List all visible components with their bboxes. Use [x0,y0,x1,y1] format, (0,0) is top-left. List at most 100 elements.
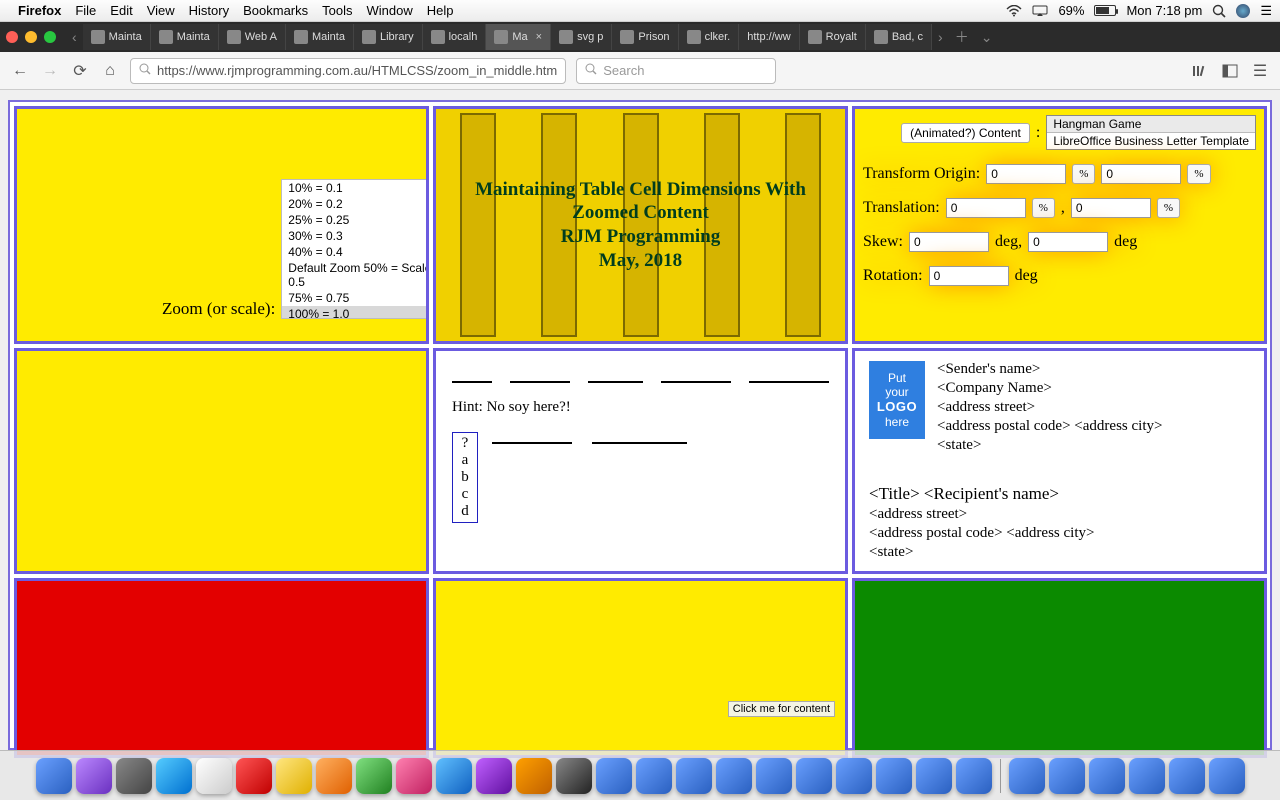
content-option[interactable]: Hangman Game [1047,116,1255,133]
tabstrip-forward[interactable]: › [938,29,943,45]
zoom-option[interactable]: 75% = 0.75 [282,290,429,306]
tab-12[interactable]: Bad, c [866,24,932,50]
skew-x-input[interactable] [909,232,989,252]
dock-app-icon[interactable] [796,758,832,794]
letter-option[interactable]: d [461,503,469,520]
dock-app-icon[interactable] [1169,758,1205,794]
airplay-icon[interactable] [1032,5,1048,17]
tab-10[interactable]: http://ww [739,24,799,50]
url-bar[interactable]: https://www.rjmprogramming.com.au/HTMLCS… [130,58,566,84]
zoom-option[interactable]: 40% = 0.4 [282,244,429,260]
dock-app-icon[interactable] [516,758,552,794]
window-controls[interactable] [6,31,56,43]
tab-7[interactable]: svg p [551,24,612,50]
reload-button[interactable]: ⟳ [70,61,90,81]
animated-content-button[interactable]: (Animated?) Content [901,123,1030,143]
dock-app-icon[interactable] [436,758,472,794]
menu-view[interactable]: View [147,3,175,18]
zoom-window-icon[interactable] [44,31,56,43]
home-button[interactable]: ⌂ [100,61,120,81]
close-window-icon[interactable] [6,31,18,43]
unit-percent[interactable]: % [1157,198,1180,218]
app-name[interactable]: Firefox [18,3,61,18]
notifications-icon[interactable]: ☰ [1260,3,1272,19]
translation-x-input[interactable] [946,198,1026,218]
zoom-select[interactable]: 10% = 0.1 20% = 0.2 25% = 0.25 30% = 0.3… [281,179,429,319]
zoom-option[interactable]: 10% = 0.1 [282,180,429,196]
transform-y-input[interactable] [1101,164,1181,184]
tab-0[interactable]: Mainta [83,24,151,50]
dock-app-icon[interactable] [276,758,312,794]
dock-app-icon[interactable] [636,758,672,794]
forward-button[interactable]: → [40,61,60,81]
dock-app-icon[interactable] [876,758,912,794]
zoom-option[interactable]: 20% = 0.2 [282,196,429,212]
wifi-icon[interactable] [1006,5,1022,17]
unit-percent[interactable]: % [1187,164,1210,184]
transform-x-input[interactable] [986,164,1066,184]
minimize-window-icon[interactable] [25,31,37,43]
dock-app-icon[interactable] [1049,758,1085,794]
dock-app-icon[interactable] [236,758,272,794]
dock-app-icon[interactable] [76,758,112,794]
menu-edit[interactable]: Edit [110,3,132,18]
menu-bookmarks[interactable]: Bookmarks [243,3,308,18]
tab-4[interactable]: Library [354,24,423,50]
back-button[interactable]: ← [10,61,30,81]
dock-app-icon[interactable] [756,758,792,794]
dock-app-icon[interactable] [836,758,872,794]
content-option[interactable]: LibreOffice Business Letter Template [1047,133,1255,149]
letter-option[interactable]: ? [462,435,469,452]
letter-option[interactable]: a [462,452,469,469]
dock-app-icon[interactable] [956,758,992,794]
translation-y-input[interactable] [1071,198,1151,218]
dock-app-icon[interactable] [1089,758,1125,794]
search-bar[interactable]: Search [576,58,776,84]
new-tab-icon[interactable]: ＋ [955,27,969,47]
content-select[interactable]: Hangman Game LibreOffice Business Letter… [1046,115,1256,150]
dock-app-icon[interactable] [916,758,952,794]
menu-tools[interactable]: Tools [322,3,352,18]
tabstrip-back[interactable]: ‹ [72,29,77,45]
dock-app-icon[interactable] [356,758,392,794]
library-icon[interactable] [1190,61,1210,81]
dock-app-icon[interactable] [1129,758,1165,794]
dock-app-icon[interactable] [556,758,592,794]
click-me-button[interactable]: Click me for content [728,701,835,717]
dock-app-icon[interactable] [1209,758,1245,794]
skew-y-input[interactable] [1028,232,1108,252]
dock-app-icon[interactable] [716,758,752,794]
zoom-option-selected[interactable]: 100% = 1.0 [282,306,429,319]
tab-3[interactable]: Mainta [286,24,354,50]
dock-app-icon[interactable] [116,758,152,794]
tab-9[interactable]: clker. [679,24,740,50]
menu-window[interactable]: Window [367,3,413,18]
zoom-option[interactable]: Default Zoom 50% = Scale 0.5 [282,260,429,290]
sidebar-icon[interactable] [1220,61,1240,81]
dock-app-icon[interactable] [196,758,232,794]
dock-app-icon[interactable] [316,758,352,794]
menu-file[interactable]: File [75,3,96,18]
dock-app-icon[interactable] [1009,758,1045,794]
tab-dropdown-icon[interactable]: ⌄ [981,29,993,46]
dock-app-icon[interactable] [676,758,712,794]
tab-1[interactable]: Mainta [151,24,219,50]
spotlight-icon[interactable] [1212,4,1226,18]
menubar-clock[interactable]: Mon 7:18 pm [1126,3,1202,18]
menu-help[interactable]: Help [427,3,454,18]
hangman-letter-select[interactable]: ? a b c d [452,432,478,523]
unit-percent[interactable]: % [1032,198,1055,218]
tab-5[interactable]: localh [423,24,487,50]
menu-history[interactable]: History [189,3,229,18]
zoom-option[interactable]: 30% = 0.3 [282,228,429,244]
rotation-input[interactable] [929,266,1009,286]
letter-option[interactable]: c [462,486,469,503]
dock-app-icon[interactable] [596,758,632,794]
tab-2[interactable]: Web A [219,24,286,50]
dock-app-icon[interactable] [396,758,432,794]
dock-app-icon[interactable] [36,758,72,794]
zoom-option[interactable]: 25% = 0.25 [282,212,429,228]
close-tab-icon[interactable]: × [536,31,542,43]
dock-app-icon[interactable] [156,758,192,794]
tab-11[interactable]: Royalt [800,24,866,50]
